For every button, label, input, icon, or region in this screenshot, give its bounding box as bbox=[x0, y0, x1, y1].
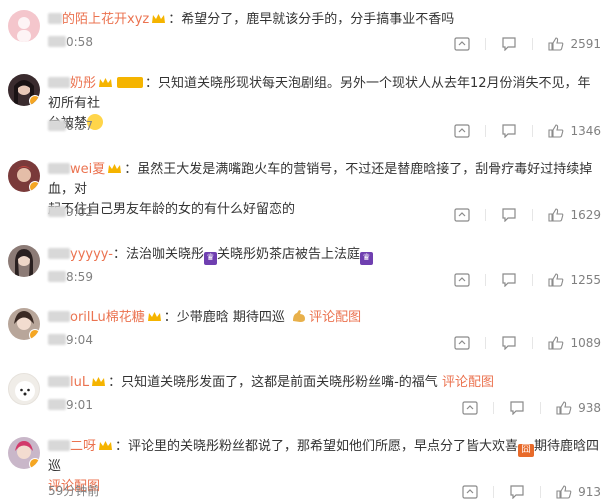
comment-icon[interactable] bbox=[509, 401, 525, 415]
timestamp: 59分钟前 bbox=[48, 484, 100, 498]
avatar[interactable] bbox=[8, 74, 40, 106]
comment-text: luL ：只知道关晓彤发面了，这都是前面关晓彤粉丝嘴-的福气 评论配图 bbox=[48, 373, 601, 393]
flexed-arm-icon bbox=[293, 310, 306, 322]
crown-icon bbox=[99, 441, 113, 450]
username[interactable]: 奶彤 bbox=[48, 76, 96, 91]
timestamp: 0:58 bbox=[48, 35, 93, 49]
timestamp: 0:57 bbox=[48, 119, 93, 133]
level-badge-icon bbox=[117, 77, 144, 88]
like-button[interactable]: 938 bbox=[556, 401, 601, 415]
crown-icon bbox=[92, 377, 106, 386]
username[interactable]: yyyyy- bbox=[48, 247, 113, 262]
like-button[interactable]: 913 bbox=[556, 485, 601, 499]
comment-text: 的陌上花开xyz ：希望分了，鹿早就该分手的，分手搞事业不香吗 bbox=[48, 10, 601, 30]
comment-icon[interactable] bbox=[501, 273, 517, 287]
avatar[interactable] bbox=[8, 160, 40, 192]
like-count: 1346 bbox=[570, 124, 601, 138]
timestamp: 8:59 bbox=[48, 270, 93, 284]
avatar[interactable] bbox=[8, 245, 40, 277]
username[interactable]: 的陌上花开xyz bbox=[48, 12, 149, 27]
share-icon[interactable] bbox=[454, 336, 471, 350]
timestamp: 9:02 bbox=[48, 205, 93, 219]
comment-icon[interactable] bbox=[509, 485, 525, 499]
like-button[interactable]: 1089 bbox=[548, 336, 601, 350]
username[interactable]: 二呀 bbox=[48, 439, 96, 454]
timestamp: 9:04 bbox=[48, 333, 93, 347]
comment-image-link[interactable]: 评论配图 bbox=[309, 310, 361, 325]
like-count: 1089 bbox=[570, 336, 601, 350]
verified-badge bbox=[29, 329, 40, 340]
comment-icon[interactable] bbox=[501, 336, 517, 350]
thumbs-up-icon bbox=[548, 273, 564, 287]
like-count: 938 bbox=[578, 401, 601, 415]
share-icon[interactable] bbox=[454, 124, 471, 138]
verified-badge bbox=[29, 95, 40, 106]
like-count: 1629 bbox=[570, 208, 601, 222]
like-button[interactable]: 1629 bbox=[548, 208, 601, 222]
crown-icon bbox=[147, 312, 161, 321]
share-icon[interactable] bbox=[462, 401, 478, 415]
thumbs-up-icon bbox=[548, 37, 564, 51]
crown-emblem-icon: ♛ bbox=[359, 252, 373, 265]
like-count: 2591 bbox=[570, 37, 601, 51]
avatar[interactable] bbox=[8, 10, 40, 42]
username[interactable]: orilLu棉花糖 bbox=[48, 310, 145, 325]
username[interactable]: luL bbox=[48, 375, 89, 390]
thumbs-up-icon bbox=[556, 401, 572, 415]
sticker-icon: 囧 bbox=[518, 444, 535, 457]
share-icon[interactable] bbox=[454, 273, 471, 287]
like-button[interactable]: 2591 bbox=[548, 37, 601, 51]
like-count: 913 bbox=[578, 485, 601, 499]
timestamp: 9:01 bbox=[48, 398, 93, 412]
like-button[interactable]: 1255 bbox=[548, 273, 601, 287]
verified-badge bbox=[29, 458, 40, 469]
crown-emblem-icon: ♛ bbox=[203, 252, 217, 265]
verified-badge bbox=[29, 181, 40, 192]
avatar[interactable] bbox=[8, 373, 40, 405]
username[interactable]: wei夏 bbox=[48, 162, 105, 177]
thumbs-up-icon bbox=[548, 336, 564, 350]
share-icon[interactable] bbox=[454, 37, 471, 51]
crown-icon bbox=[108, 164, 122, 173]
thumbs-up-icon bbox=[556, 485, 572, 499]
like-count: 1255 bbox=[570, 273, 601, 287]
comment-text: yyyyy-：法治咖关晓彤 ♛ 关晓彤奶茶店被告上法庭 ♛ bbox=[48, 245, 601, 265]
comment-icon[interactable] bbox=[501, 208, 517, 222]
crown-icon bbox=[99, 78, 113, 87]
thumbs-up-icon bbox=[548, 208, 564, 222]
comment-icon[interactable] bbox=[501, 124, 517, 138]
avatar[interactable] bbox=[8, 437, 40, 469]
comment-image-link[interactable]: 评论配图 bbox=[442, 375, 494, 390]
crown-icon bbox=[152, 14, 166, 23]
thumbs-up-icon bbox=[548, 124, 564, 138]
share-icon[interactable] bbox=[462, 485, 478, 499]
like-button[interactable]: 1346 bbox=[548, 124, 601, 138]
share-icon[interactable] bbox=[454, 208, 471, 222]
comment-icon[interactable] bbox=[501, 37, 517, 51]
avatar[interactable] bbox=[8, 308, 40, 340]
comment-text: orilLu棉花糖 ：少带鹿晗 期待四巡 评论配图 bbox=[48, 308, 601, 328]
